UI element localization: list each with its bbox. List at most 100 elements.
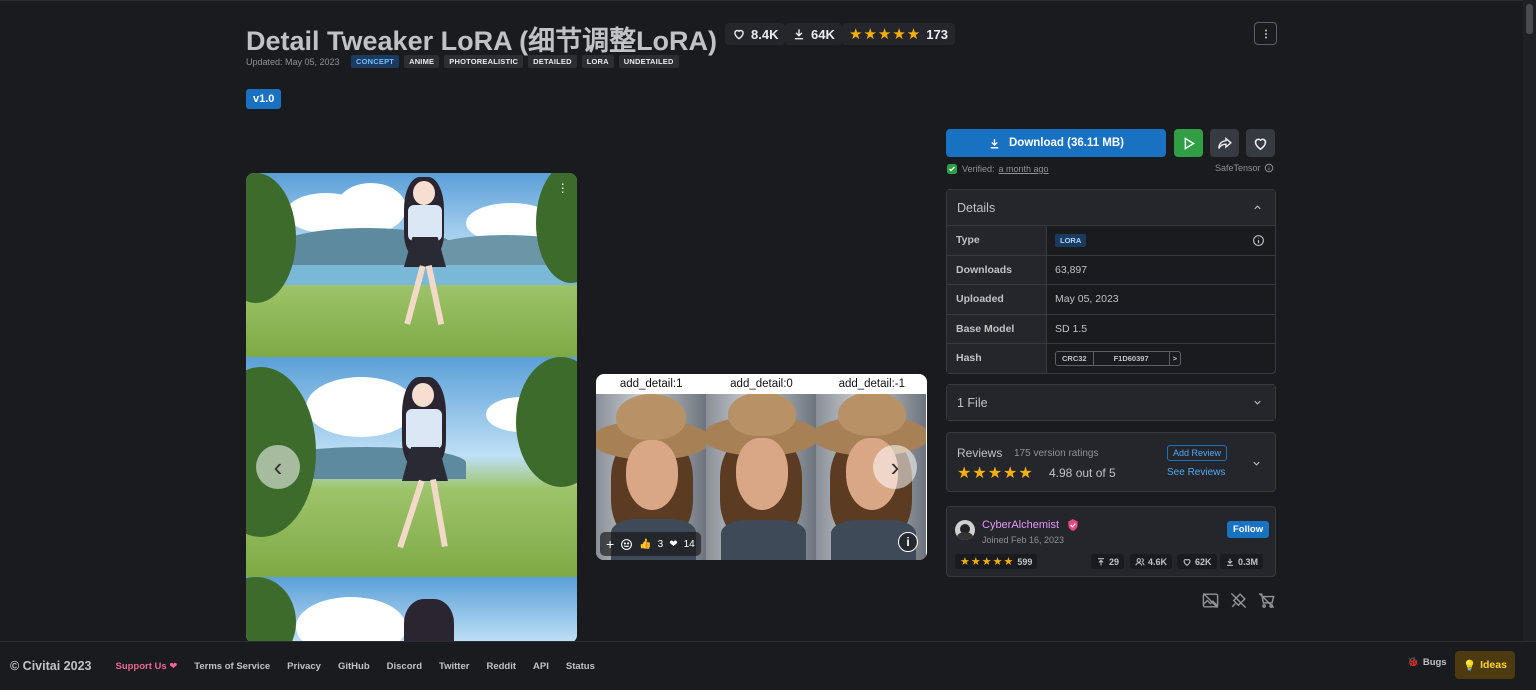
info-icon[interactable] xyxy=(1264,163,1274,173)
comparison-labels: add_detail:1 add_detail:0 add_detail:-1 xyxy=(596,374,927,394)
author-rating: ★★★★★ 599 xyxy=(955,554,1038,569)
tag-undetailed[interactable]: UNDETAILED xyxy=(618,55,679,68)
like-count[interactable]: 8.4K xyxy=(725,23,786,45)
safetensor-label: SafeTensor xyxy=(1215,163,1274,173)
author-uploads: 29 xyxy=(1091,554,1125,569)
copyright: © Civitai 2023 xyxy=(10,659,92,673)
smiley-icon[interactable] xyxy=(620,538,633,551)
hash-algo[interactable]: CRC32 xyxy=(1056,351,1094,365)
footer-link-status[interactable]: Status xyxy=(566,661,595,672)
download-icon xyxy=(794,29,804,40)
chevron-left-icon: ‹ xyxy=(273,452,283,482)
gallery-next-button[interactable]: › xyxy=(873,445,917,489)
version-badge[interactable]: v1.0 xyxy=(246,89,282,109)
scrollbar-track[interactable] xyxy=(1523,0,1536,641)
ideas-button[interactable]: 💡 Ideas xyxy=(1455,651,1515,679)
heart-icon xyxy=(1183,558,1191,566)
gallery-image-anime[interactable]: · · · xyxy=(246,173,577,643)
tag-detailed[interactable]: DETAILED xyxy=(528,55,577,68)
footer-link-github[interactable]: GitHub xyxy=(338,661,370,672)
tag-photorealistic[interactable]: PHOTOREALISTIC xyxy=(444,55,524,68)
author-name[interactable]: CyberAlchemist xyxy=(982,519,1059,531)
dots-vertical-icon xyxy=(1264,29,1267,38)
footer-link-privacy[interactable]: Privacy xyxy=(287,661,321,672)
verified-time-link[interactable]: a month ago xyxy=(999,164,1049,174)
heart-icon xyxy=(1254,138,1267,150)
files-header[interactable]: 1 File xyxy=(947,385,1275,420)
share-button[interactable] xyxy=(1210,129,1239,157)
users-icon xyxy=(1135,557,1145,565)
tag-concept[interactable]: CONCEPT xyxy=(351,55,400,68)
no-cart-icon xyxy=(1258,592,1275,609)
rating-count: 173 xyxy=(926,26,948,42)
shield-check-icon xyxy=(947,164,957,174)
author-downloads: 0.3M xyxy=(1220,554,1264,569)
details-header[interactable]: Details xyxy=(947,190,1275,225)
label-add-detail-1: add_detail:1 xyxy=(619,378,683,390)
lightbulb-icon: 💡 xyxy=(1463,659,1477,672)
details-row-downloads: Downloads 63,897 xyxy=(947,254,1275,284)
share-icon xyxy=(1218,136,1232,149)
download-icon xyxy=(1227,558,1233,566)
top-border xyxy=(0,0,1536,1)
author-card: CyberAlchemist Joined Feb 16, 2023 ★★★★★… xyxy=(946,506,1276,577)
upload-icon xyxy=(1098,557,1104,565)
tag-lora[interactable]: LORA xyxy=(581,55,614,68)
details-row-type: Type LORA xyxy=(947,225,1275,255)
label-add-detail-0: add_detail:0 xyxy=(730,378,793,390)
download-button[interactable]: Download (36.11 MB) xyxy=(946,129,1166,157)
hash-value[interactable]: F1D60397 xyxy=(1094,351,1170,365)
label-add-detail-neg1: add_detail:-1 xyxy=(838,378,906,390)
footer-link-reddit[interactable]: Reddit xyxy=(486,661,516,672)
author-followers: 4.6K xyxy=(1130,554,1173,569)
footer-link-api[interactable]: API xyxy=(533,661,549,672)
footer-link-support[interactable]: Support Us ❤ xyxy=(115,661,177,672)
chevron-down-icon[interactable] xyxy=(1251,458,1262,469)
thumbs-up-icon: 👍 xyxy=(639,538,652,550)
type-badge: LORA xyxy=(1055,233,1087,247)
heart-reaction-count: 14 xyxy=(683,538,695,550)
footer-link-discord[interactable]: Discord xyxy=(387,661,422,672)
files-card[interactable]: 1 File xyxy=(946,384,1276,421)
details-row-base-model: Base Model SD 1.5 xyxy=(947,313,1275,343)
bug-icon: 🐞 xyxy=(1407,657,1419,668)
footer-link-twitter[interactable]: Twitter xyxy=(439,661,469,672)
run-model-button[interactable] xyxy=(1174,129,1203,157)
see-reviews-link[interactable]: See Reviews xyxy=(1167,467,1225,478)
updated-date: Updated: May 05, 2023 xyxy=(246,57,340,67)
gallery-prev-button[interactable]: ‹ xyxy=(256,445,300,489)
bugs-button[interactable]: 🐞 Bugs xyxy=(1407,657,1447,668)
details-card: Details Type LORA Downloads 63,897 Uploa… xyxy=(946,189,1276,374)
reaction-bar[interactable]: + 👍 3 ❤ 14 xyxy=(600,532,701,556)
more-menu-button[interactable] xyxy=(1254,22,1277,45)
add-review-button[interactable]: Add Review xyxy=(1167,445,1228,461)
avatar[interactable] xyxy=(955,520,975,540)
like-button[interactable] xyxy=(1246,129,1275,157)
author-joined: Joined Feb 16, 2023 xyxy=(982,535,1065,545)
footer-link-terms[interactable]: Terms of Service xyxy=(194,661,270,672)
rating-stars: ★★★★★ xyxy=(849,26,922,43)
image-info-icon[interactable]: i xyxy=(898,532,918,552)
download-count[interactable]: 64K xyxy=(785,23,842,45)
heart-icon xyxy=(734,29,744,40)
hash-selector[interactable]: CRC32 F1D60397 > xyxy=(1055,350,1182,366)
add-reaction-icon[interactable]: + xyxy=(606,536,614,552)
image-menu-icon[interactable]: · · · xyxy=(560,176,565,198)
chevron-right-icon[interactable]: > xyxy=(1170,352,1180,365)
rating[interactable]: ★★★★★ 173 xyxy=(842,23,955,45)
reviews-count: 175 version ratings xyxy=(1014,448,1099,459)
info-icon[interactable] xyxy=(1252,234,1265,247)
follow-button[interactable]: Follow xyxy=(1227,521,1270,538)
thumbs-up-count: 3 xyxy=(657,538,664,550)
reviews-card: Reviews 175 version ratings ★★★★★ 4.98 o… xyxy=(946,432,1276,492)
permission-icons xyxy=(1201,591,1276,610)
reviews-score: 4.98 out of 5 xyxy=(1049,466,1116,480)
tag-anime[interactable]: ANIME xyxy=(404,55,440,68)
tag-list: CONCEPT ANIME PHOTOREALISTIC DETAILED LO… xyxy=(351,55,679,68)
chevron-down-icon xyxy=(1254,400,1261,405)
scrollbar-thumb[interactable] xyxy=(1526,4,1533,34)
verified-status: Verified: a month ago xyxy=(946,163,1049,175)
reviews-stars: ★★★★★ xyxy=(957,465,1034,482)
details-row-hash: Hash CRC32 F1D60397 > xyxy=(947,343,1275,373)
details-row-uploaded: Uploaded May 05, 2023 xyxy=(947,284,1275,314)
